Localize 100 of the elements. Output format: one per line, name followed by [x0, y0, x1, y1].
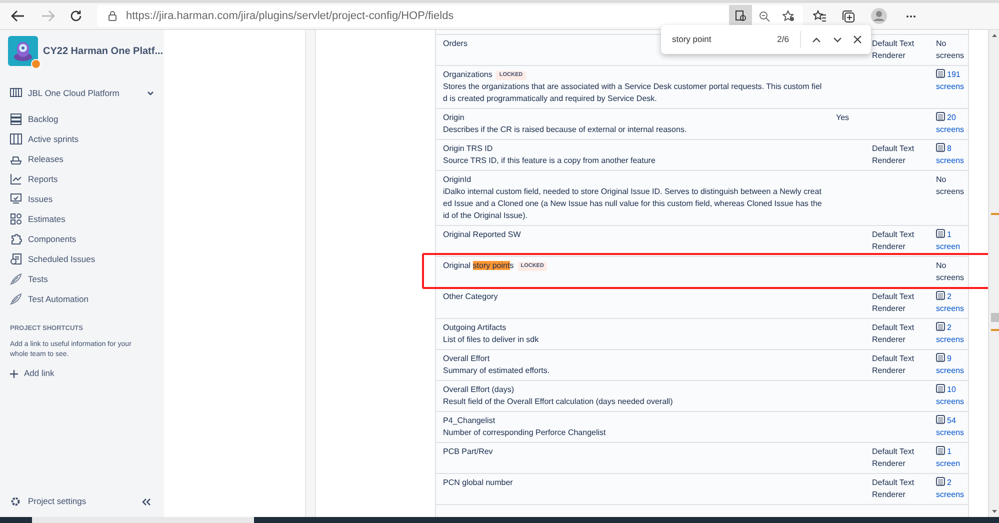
screens-link[interactable]: 8 screens	[936, 143, 968, 167]
star-add-icon[interactable]	[782, 10, 795, 22]
feather-icon	[10, 273, 22, 285]
chart-icon	[10, 173, 22, 185]
screens-link[interactable]: 20 screens	[936, 112, 968, 136]
next-match-icon[interactable]	[833, 36, 842, 42]
sidebar-item[interactable]: Releases	[10, 149, 64, 169]
renderer-cell-text: Default Text Renderer	[872, 477, 916, 501]
field-name: Orders	[443, 38, 468, 50]
favorites-icon[interactable]	[813, 10, 826, 22]
close-icon[interactable]	[853, 35, 862, 44]
field-description: Describes if the CR is raised because of external or internal reasons.	[443, 124, 688, 136]
chevron-down-icon	[147, 90, 154, 96]
reload-icon[interactable]	[70, 10, 82, 22]
field-description: Number of corresponding Perforce Changelist	[443, 427, 607, 439]
sidebar-item[interactable]: Issues	[10, 189, 53, 209]
sidebar-item[interactable]: Tests	[10, 269, 48, 289]
screens-link[interactable]: 1 screen	[936, 229, 968, 253]
field-name: Organizations	[443, 69, 492, 81]
find-query-field[interactable]: story point	[672, 33, 712, 46]
monitor-icon	[10, 193, 22, 205]
field-name: Overall Effort	[443, 353, 490, 365]
board-selector[interactable]: JBL One Cloud Platform	[10, 86, 154, 100]
field-name: Original Reported SW	[443, 229, 521, 241]
scroll-down-icon[interactable]	[992, 510, 997, 514]
field-name: Origin	[443, 112, 464, 124]
field-name: Origin TRS ID	[443, 143, 493, 155]
field-description: Stores the organizations that are associated with a Service Desk customer portal requests. This custom field is created programmatically and required by Service Desk.	[443, 81, 822, 105]
screens-link[interactable]: 2 screens	[936, 291, 968, 315]
previous-match-icon[interactable]	[812, 36, 821, 42]
screens-link[interactable]: 54 screens	[936, 415, 968, 439]
sidebar-item[interactable]: Backlog	[10, 109, 58, 129]
add-link[interactable]: Add link	[10, 368, 54, 380]
more-icon[interactable]	[906, 14, 916, 18]
read-aloud-button[interactable]	[729, 5, 752, 27]
blocks-icon	[10, 213, 22, 225]
screens-icon	[936, 353, 945, 362]
renderer-cell-text: Default Text Renderer	[872, 291, 916, 315]
renderer-cell-text: Default Text Renderer	[872, 446, 916, 470]
sidebar-item[interactable]: Components	[10, 229, 76, 249]
board-icon	[10, 88, 22, 98]
field-description: Summary of estimated efforts.	[443, 365, 551, 377]
screens-icon	[936, 69, 945, 78]
sidebar-item[interactable]: Reports	[10, 169, 58, 189]
project-avatar-icon	[8, 36, 38, 66]
screens-cell-text: No screens	[936, 174, 966, 198]
field-name: PCB Part/Rev	[443, 446, 493, 458]
screens-icon	[936, 477, 945, 486]
stack-icon	[10, 113, 22, 125]
scrollbar[interactable]	[988, 30, 999, 517]
field-name: Original story points	[443, 260, 514, 272]
url-text: https://jira.harman.com/jira/plugins/servlet/project-config/HOP/fields	[126, 8, 454, 24]
screens-icon	[936, 291, 945, 300]
screens-cell-text: No screens	[936, 260, 966, 284]
renderer-cell-text: Default Text Renderer	[872, 143, 916, 167]
renderer-cell-text: Default Text Renderer	[872, 229, 916, 253]
renderer-cell-text: Default Text Renderer	[872, 38, 916, 62]
screens-link[interactable]: 191 screens	[936, 69, 968, 93]
address-bar[interactable]: https://jira.harman.com/jira/plugins/servlet/project-config/HOP/fields	[97, 5, 803, 27]
field-name: Other Category	[443, 291, 498, 303]
avatar-icon[interactable]	[871, 8, 887, 24]
page-icon	[734, 10, 746, 22]
field-name: P4_Changelist	[443, 415, 496, 427]
field-name: PCN global number	[443, 477, 513, 489]
scroll-up-icon[interactable]	[992, 33, 997, 37]
sidebar-item[interactable]: Test Automation	[10, 289, 88, 309]
collections-icon[interactable]	[842, 10, 855, 22]
field-description: Result field of the Overall Effort calculation (days needed overall)	[443, 396, 674, 408]
match-count: 2/6	[777, 33, 789, 46]
settings-icon	[10, 496, 21, 508]
screens-link[interactable]: 1 screen	[936, 446, 968, 470]
field-description: iDalko internal custom field, needed to store Original Issue ID. Serves to distinguish between a Newly created Issue and a Cloned one (a New Issue has null value for this custom field, whereas Cloned Issue has the id of the Original Issue).	[443, 186, 822, 222]
sidebar-item[interactable]: Active sprints	[10, 129, 79, 149]
columns-icon	[10, 133, 22, 145]
feather-icon	[10, 293, 22, 305]
field-name: Overall Effort (days)	[443, 384, 514, 396]
field-name: Outgoing Artifacts	[443, 322, 506, 334]
screens-icon	[936, 229, 945, 238]
sidebar-item[interactable]: Estimates	[10, 209, 66, 229]
collapse-sidebar-icon[interactable]	[142, 498, 151, 506]
field-description: List of files to deliver in sdk	[443, 334, 540, 346]
sidebar-item[interactable]: Scheduled Issues	[10, 249, 96, 269]
screens-link[interactable]: 2 screens	[936, 322, 968, 346]
screens-link[interactable]: 9 screens	[936, 353, 968, 377]
screens-icon	[936, 322, 945, 331]
back-icon[interactable]	[11, 10, 25, 22]
screens-link[interactable]: 2 screens	[936, 477, 968, 501]
screens-cell-text: No screens	[936, 38, 966, 62]
scroll-thumb[interactable]	[991, 313, 999, 322]
zoom-out-icon[interactable]	[759, 10, 770, 22]
project-settings-link[interactable]: Project settings	[10, 495, 86, 508]
screens-link[interactable]: 10 screens	[936, 384, 968, 408]
screens-icon	[936, 112, 945, 121]
match-marker	[991, 213, 999, 215]
screens-icon	[936, 446, 945, 455]
calendar-icon	[10, 253, 22, 265]
project-title[interactable]: CY22 Harman One Platf...	[43, 44, 164, 58]
renderer-cell-text: Default Text Renderer	[872, 353, 916, 377]
renderer-cell-text: Default Text Renderer	[872, 322, 916, 346]
screens-icon	[936, 384, 945, 393]
